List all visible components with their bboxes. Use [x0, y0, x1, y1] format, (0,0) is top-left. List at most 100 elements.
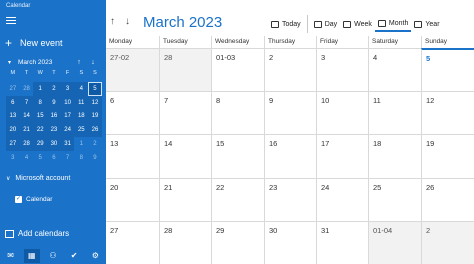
next-arrow-icon[interactable]: ↓	[125, 16, 130, 27]
calendar-icon[interactable]: ▦	[23, 248, 40, 263]
collapse-caret-icon[interactable]: ▾	[8, 59, 18, 66]
day-cell[interactable]: 26	[421, 177, 474, 221]
day-cell[interactable]: 12	[421, 91, 474, 135]
mini-calendar-day[interactable]: 31	[60, 137, 75, 151]
day-cell[interactable]: 25	[368, 177, 421, 221]
day-cell[interactable]: 13	[106, 134, 159, 177]
mini-calendar-day[interactable]: 28	[20, 82, 34, 96]
day-cell[interactable]: 30	[264, 220, 316, 264]
day-cell[interactable]: 15	[211, 134, 264, 178]
hamburger-menu-icon[interactable]	[6, 17, 16, 25]
today-button[interactable]: Today	[268, 16, 304, 32]
people-icon[interactable]: ⚇	[45, 249, 61, 263]
add-calendars-button[interactable]: Add calendars	[5, 229, 69, 238]
mini-calendar-day[interactable]: 28	[19, 137, 34, 151]
day-cell[interactable]: 29	[211, 220, 264, 264]
day-cell[interactable]: 22	[211, 177, 264, 221]
mini-calendar-day[interactable]: 1	[33, 82, 48, 96]
month-title[interactable]: March 2023	[143, 14, 222, 31]
mini-calendar-day[interactable]: 27	[6, 137, 20, 151]
mini-calendar-day[interactable]: 2	[88, 137, 102, 151]
day-cell[interactable]: 2	[264, 48, 316, 92]
mini-calendar-day[interactable]: 8	[33, 95, 48, 110]
mini-calendar-day[interactable]: 6	[6, 95, 20, 110]
month-view-button[interactable]: Month	[374, 16, 412, 32]
account-section[interactable]: ∨ Microsoft account	[6, 175, 70, 182]
day-cell[interactable]: 5	[421, 48, 474, 92]
day-cell[interactable]: 01-04	[368, 220, 421, 264]
todo-icon[interactable]: ✔	[66, 249, 82, 263]
mini-calendar-day[interactable]: 26	[88, 123, 102, 138]
day-cell[interactable]: 28	[159, 220, 211, 264]
week-view-button[interactable]: Week	[340, 16, 375, 32]
mini-next-arrow-icon[interactable]: ↓	[86, 59, 100, 66]
calendar-toggle[interactable]: ✓ Calendar	[15, 196, 52, 203]
mini-calendar-day[interactable]: 3	[6, 151, 20, 165]
day-cell[interactable]: 18	[368, 134, 421, 178]
day-view-button[interactable]: Day	[311, 16, 340, 32]
day-cell[interactable]: 23	[264, 177, 316, 221]
mini-calendar-day[interactable]: 19	[88, 109, 102, 124]
day-cell[interactable]: 8	[211, 91, 264, 135]
mini-calendar-day[interactable]: 5	[88, 82, 102, 96]
mini-calendar-day[interactable]: 12	[88, 95, 102, 110]
day-cell[interactable]: 14	[159, 134, 211, 178]
mini-calendar-day[interactable]: 2	[47, 82, 61, 96]
day-cell[interactable]: 27	[106, 220, 159, 264]
day-cell[interactable]: 10	[316, 91, 368, 135]
day-cell[interactable]: 20	[106, 177, 159, 221]
mini-calendar-day[interactable]: 18	[74, 109, 89, 124]
day-cell[interactable]: 31	[316, 220, 368, 264]
day-cell[interactable]: 19	[421, 134, 474, 178]
mini-calendar-day[interactable]: 21	[19, 123, 34, 138]
mini-calendar-day[interactable]: 4	[20, 151, 34, 165]
mini-calendar-day[interactable]: 5	[33, 151, 47, 165]
mini-calendar-day[interactable]: 29	[33, 137, 48, 151]
day-cell[interactable]: 28	[159, 48, 211, 92]
day-cell[interactable]: 01-03	[211, 48, 264, 92]
day-cell[interactable]: 4	[368, 48, 421, 92]
mini-calendar-day[interactable]: 27	[6, 82, 20, 96]
mini-calendar-day[interactable]: 24	[60, 123, 75, 138]
new-event-button[interactable]: + New event	[5, 36, 63, 50]
mini-calendar-day[interactable]: 9	[88, 151, 102, 165]
mini-calendar-day[interactable]: 6	[47, 151, 61, 165]
checkbox-checked-icon[interactable]: ✓	[15, 196, 22, 203]
previous-arrow-icon[interactable]: ↑	[110, 16, 115, 27]
day-cell[interactable]: 9	[264, 91, 316, 135]
day-cell[interactable]: 27-02	[106, 48, 159, 92]
mini-calendar-day[interactable]: 7	[19, 95, 34, 110]
mini-calendar-day[interactable]: 13	[6, 109, 20, 124]
mini-prev-arrow-icon[interactable]: ↑	[72, 59, 86, 66]
mini-calendar-day[interactable]: 9	[47, 95, 61, 110]
mini-calendar-day[interactable]: 25	[74, 123, 89, 138]
mini-calendar-day[interactable]: 20	[6, 123, 20, 138]
mini-calendar-day[interactable]: 11	[74, 95, 89, 110]
mini-calendar-day[interactable]: 14	[19, 109, 34, 124]
mini-calendar-day[interactable]: 4	[74, 82, 89, 96]
day-cell[interactable]: 16	[264, 134, 316, 178]
mini-calendar-day[interactable]: 3	[60, 82, 75, 96]
day-cell[interactable]: 2	[421, 220, 474, 264]
day-cell[interactable]: 11	[368, 91, 421, 135]
day-cell[interactable]: 3	[316, 48, 368, 92]
day-cell[interactable]: 6	[106, 91, 159, 134]
mini-calendar-day[interactable]: 23	[47, 123, 61, 138]
year-view-button[interactable]: Year	[411, 16, 442, 32]
mini-calendar-day[interactable]: 15	[33, 109, 48, 124]
mini-calendar-day[interactable]: 16	[47, 109, 61, 124]
settings-icon[interactable]: ⚙	[87, 249, 103, 263]
day-cell[interactable]: 7	[159, 91, 211, 135]
mini-calendar-day[interactable]: 22	[33, 123, 48, 138]
day-cell[interactable]: 24	[316, 177, 368, 221]
mini-calendar-month[interactable]: March 2023	[18, 59, 72, 66]
mini-calendar-day[interactable]: 10	[60, 95, 75, 110]
mini-calendar-day[interactable]: 7	[61, 151, 75, 165]
mini-calendar-day[interactable]: 1	[74, 137, 88, 151]
mini-calendar-day[interactable]: 8	[74, 151, 88, 165]
mini-calendar-day[interactable]: 30	[47, 137, 61, 151]
day-cell[interactable]: 21	[159, 177, 211, 221]
mini-calendar-day[interactable]: 17	[60, 109, 75, 124]
mail-icon[interactable]: ✉	[3, 249, 19, 263]
day-cell[interactable]: 17	[316, 134, 368, 178]
